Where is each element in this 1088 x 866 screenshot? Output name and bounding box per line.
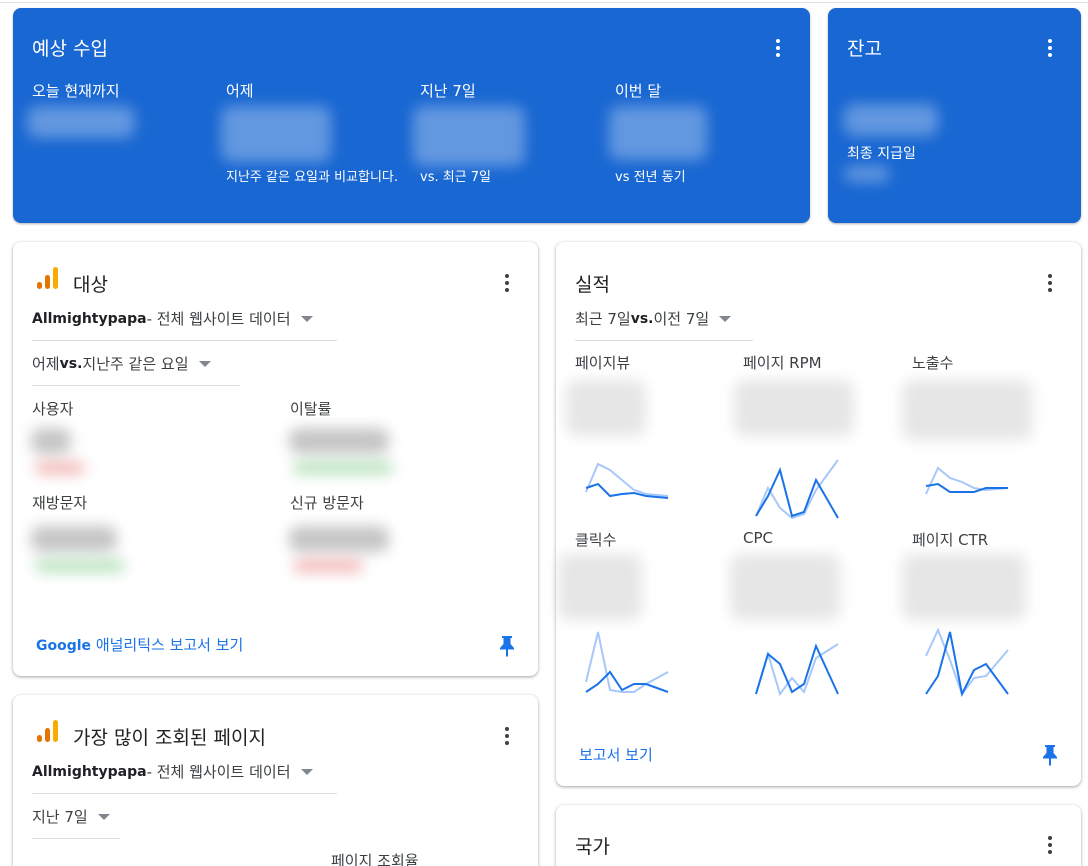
compare-vs: vs. — [59, 355, 83, 372]
pin-icon[interactable] — [499, 635, 515, 657]
clicks-sparkline — [585, 631, 669, 693]
earnings-month-note: vs 전년 동기 — [615, 170, 686, 185]
more-vert-icon[interactable] — [495, 271, 519, 295]
caret-down-icon — [300, 315, 313, 322]
audience-card: 대상 Allmightypapa - 전체 웹사이트 데이터 어제 vs. 지난… — [13, 242, 538, 676]
metric-ctr-value-blurred — [902, 554, 1026, 620]
metric-users-value-blurred — [31, 428, 71, 454]
property-name: Allmightypapa — [32, 763, 147, 780]
last-payment-label: 최종 지급일 — [847, 146, 916, 162]
range-after: 이전 7일 — [653, 310, 710, 328]
metric-new-visitors-label: 신규 방문자 — [290, 494, 364, 512]
metric-clicks-label: 클릭수 — [575, 531, 617, 549]
metric-rpm-value-blurred — [734, 380, 854, 436]
caret-down-icon — [198, 360, 211, 367]
metric-users-change-blurred — [35, 462, 85, 474]
metric-new-visitors-value-blurred — [289, 526, 389, 552]
cpc-sparkline — [755, 643, 839, 697]
performance-card: 실적 최근 7일 vs. 이전 7일 페이지뷰 페이지 RPM 노출수 클릭수 … — [556, 242, 1081, 786]
report-link[interactable]: 보고서 보기 — [579, 744, 653, 765]
balance-card: 잔고 최종 지급일 — [828, 8, 1081, 223]
earnings-month-value-blurred — [609, 106, 707, 160]
ctr-sparkline — [925, 627, 1009, 698]
more-vert-icon[interactable] — [495, 724, 519, 748]
estimated-earnings-card: 예상 수입 오늘 현재까지 어제 지난주 같은 요일과 비교합니다. 지난 7일… — [13, 8, 810, 223]
analytics-link-brand: Google — [36, 638, 92, 654]
pin-icon[interactable] — [1042, 744, 1058, 766]
audience-title: 대상 — [73, 274, 108, 296]
more-vert-icon[interactable] — [1038, 36, 1062, 60]
earnings-yesterday-label: 어제 — [226, 82, 254, 100]
earnings-7days-label: 지난 7일 — [420, 82, 476, 100]
range-label: 지난 7일 — [32, 808, 88, 826]
more-vert-icon[interactable] — [1038, 271, 1062, 295]
property-scope: - 전체 웹사이트 데이터 — [146, 763, 291, 781]
metric-returning-change-blurred — [35, 560, 125, 572]
last-payment-value-blurred — [844, 166, 890, 182]
range-vs: vs. — [630, 310, 654, 327]
metric-rpm-label: 페이지 RPM — [743, 354, 822, 372]
balance-value-blurred — [844, 104, 938, 136]
earnings-month-label: 이번 달 — [615, 82, 662, 100]
metric-users-label: 사용자 — [32, 400, 74, 418]
property-scope: - 전체 웹사이트 데이터 — [146, 310, 291, 328]
google-analytics-icon — [37, 267, 59, 289]
pageviews-sparkline — [585, 462, 669, 499]
pageviews-column-header: 페이지 조회율 — [331, 852, 419, 866]
analytics-report-link[interactable]: Google 애널리틱스 보고서 보기 — [36, 634, 243, 655]
country-card: 국가 — [556, 805, 1081, 866]
top-pages-title: 가장 많이 조회된 페이지 — [73, 727, 266, 749]
metric-impressions-value-blurred — [902, 380, 1032, 440]
more-vert-icon[interactable] — [1038, 833, 1062, 857]
metric-pageviews-value-blurred — [566, 380, 646, 436]
earnings-7days-note: vs. 최근 7일 — [420, 170, 492, 185]
metric-bounce-value-blurred — [289, 428, 389, 454]
caret-down-icon — [719, 315, 732, 322]
range-before: 최근 7일 — [575, 310, 631, 328]
metric-cpc-value-blurred — [730, 554, 840, 620]
impressions-sparkline — [925, 466, 1009, 495]
property-selector[interactable]: Allmightypapa - 전체 웹사이트 데이터 — [32, 761, 337, 794]
top-pages-card: 가장 많이 조회된 페이지 Allmightypapa - 전체 웹사이트 데이… — [13, 695, 538, 866]
earnings-yesterday-value-blurred — [221, 106, 331, 162]
rpm-sparkline — [755, 459, 839, 520]
metric-new-visitors-change-blurred — [293, 560, 363, 572]
country-title: 국가 — [575, 836, 610, 858]
balance-title: 잔고 — [847, 38, 882, 60]
metric-returning-label: 재방문자 — [32, 494, 88, 512]
caret-down-icon — [97, 813, 110, 820]
earnings-today-value-blurred — [27, 106, 135, 138]
top-divider — [0, 2, 1088, 3]
compare-after: 지난주 같은 요일 — [82, 355, 189, 373]
earnings-7days-value-blurred — [413, 106, 525, 166]
date-range-selector[interactable]: 최근 7일 vs. 이전 7일 — [575, 308, 753, 341]
property-name: Allmightypapa — [32, 310, 147, 327]
performance-title: 실적 — [575, 274, 610, 296]
estimated-earnings-title: 예상 수입 — [32, 38, 108, 60]
compare-selector[interactable]: 어제 vs. 지난주 같은 요일 — [32, 353, 240, 386]
caret-down-icon — [300, 768, 313, 775]
analytics-link-text: 애널리틱스 보고서 보기 — [91, 636, 244, 654]
google-analytics-icon — [37, 720, 59, 742]
earnings-today-label: 오늘 현재까지 — [32, 82, 120, 100]
range-selector[interactable]: 지난 7일 — [32, 806, 120, 839]
metric-impressions-label: 노출수 — [912, 354, 954, 372]
more-vert-icon[interactable] — [766, 36, 790, 60]
metric-bounce-change-blurred — [293, 462, 393, 474]
property-selector[interactable]: Allmightypapa - 전체 웹사이트 데이터 — [32, 308, 337, 341]
compare-before: 어제 — [32, 355, 60, 373]
metric-cpc-label: CPC — [743, 529, 773, 547]
metric-pageviews-label: 페이지뷰 — [575, 354, 631, 372]
metric-returning-value-blurred — [31, 526, 117, 552]
metric-ctr-label: 페이지 CTR — [912, 531, 989, 549]
earnings-yesterday-note: 지난주 같은 요일과 비교합니다. — [226, 170, 399, 185]
metric-bounce-label: 이탈률 — [290, 400, 332, 418]
metric-clicks-value-blurred — [558, 554, 642, 620]
